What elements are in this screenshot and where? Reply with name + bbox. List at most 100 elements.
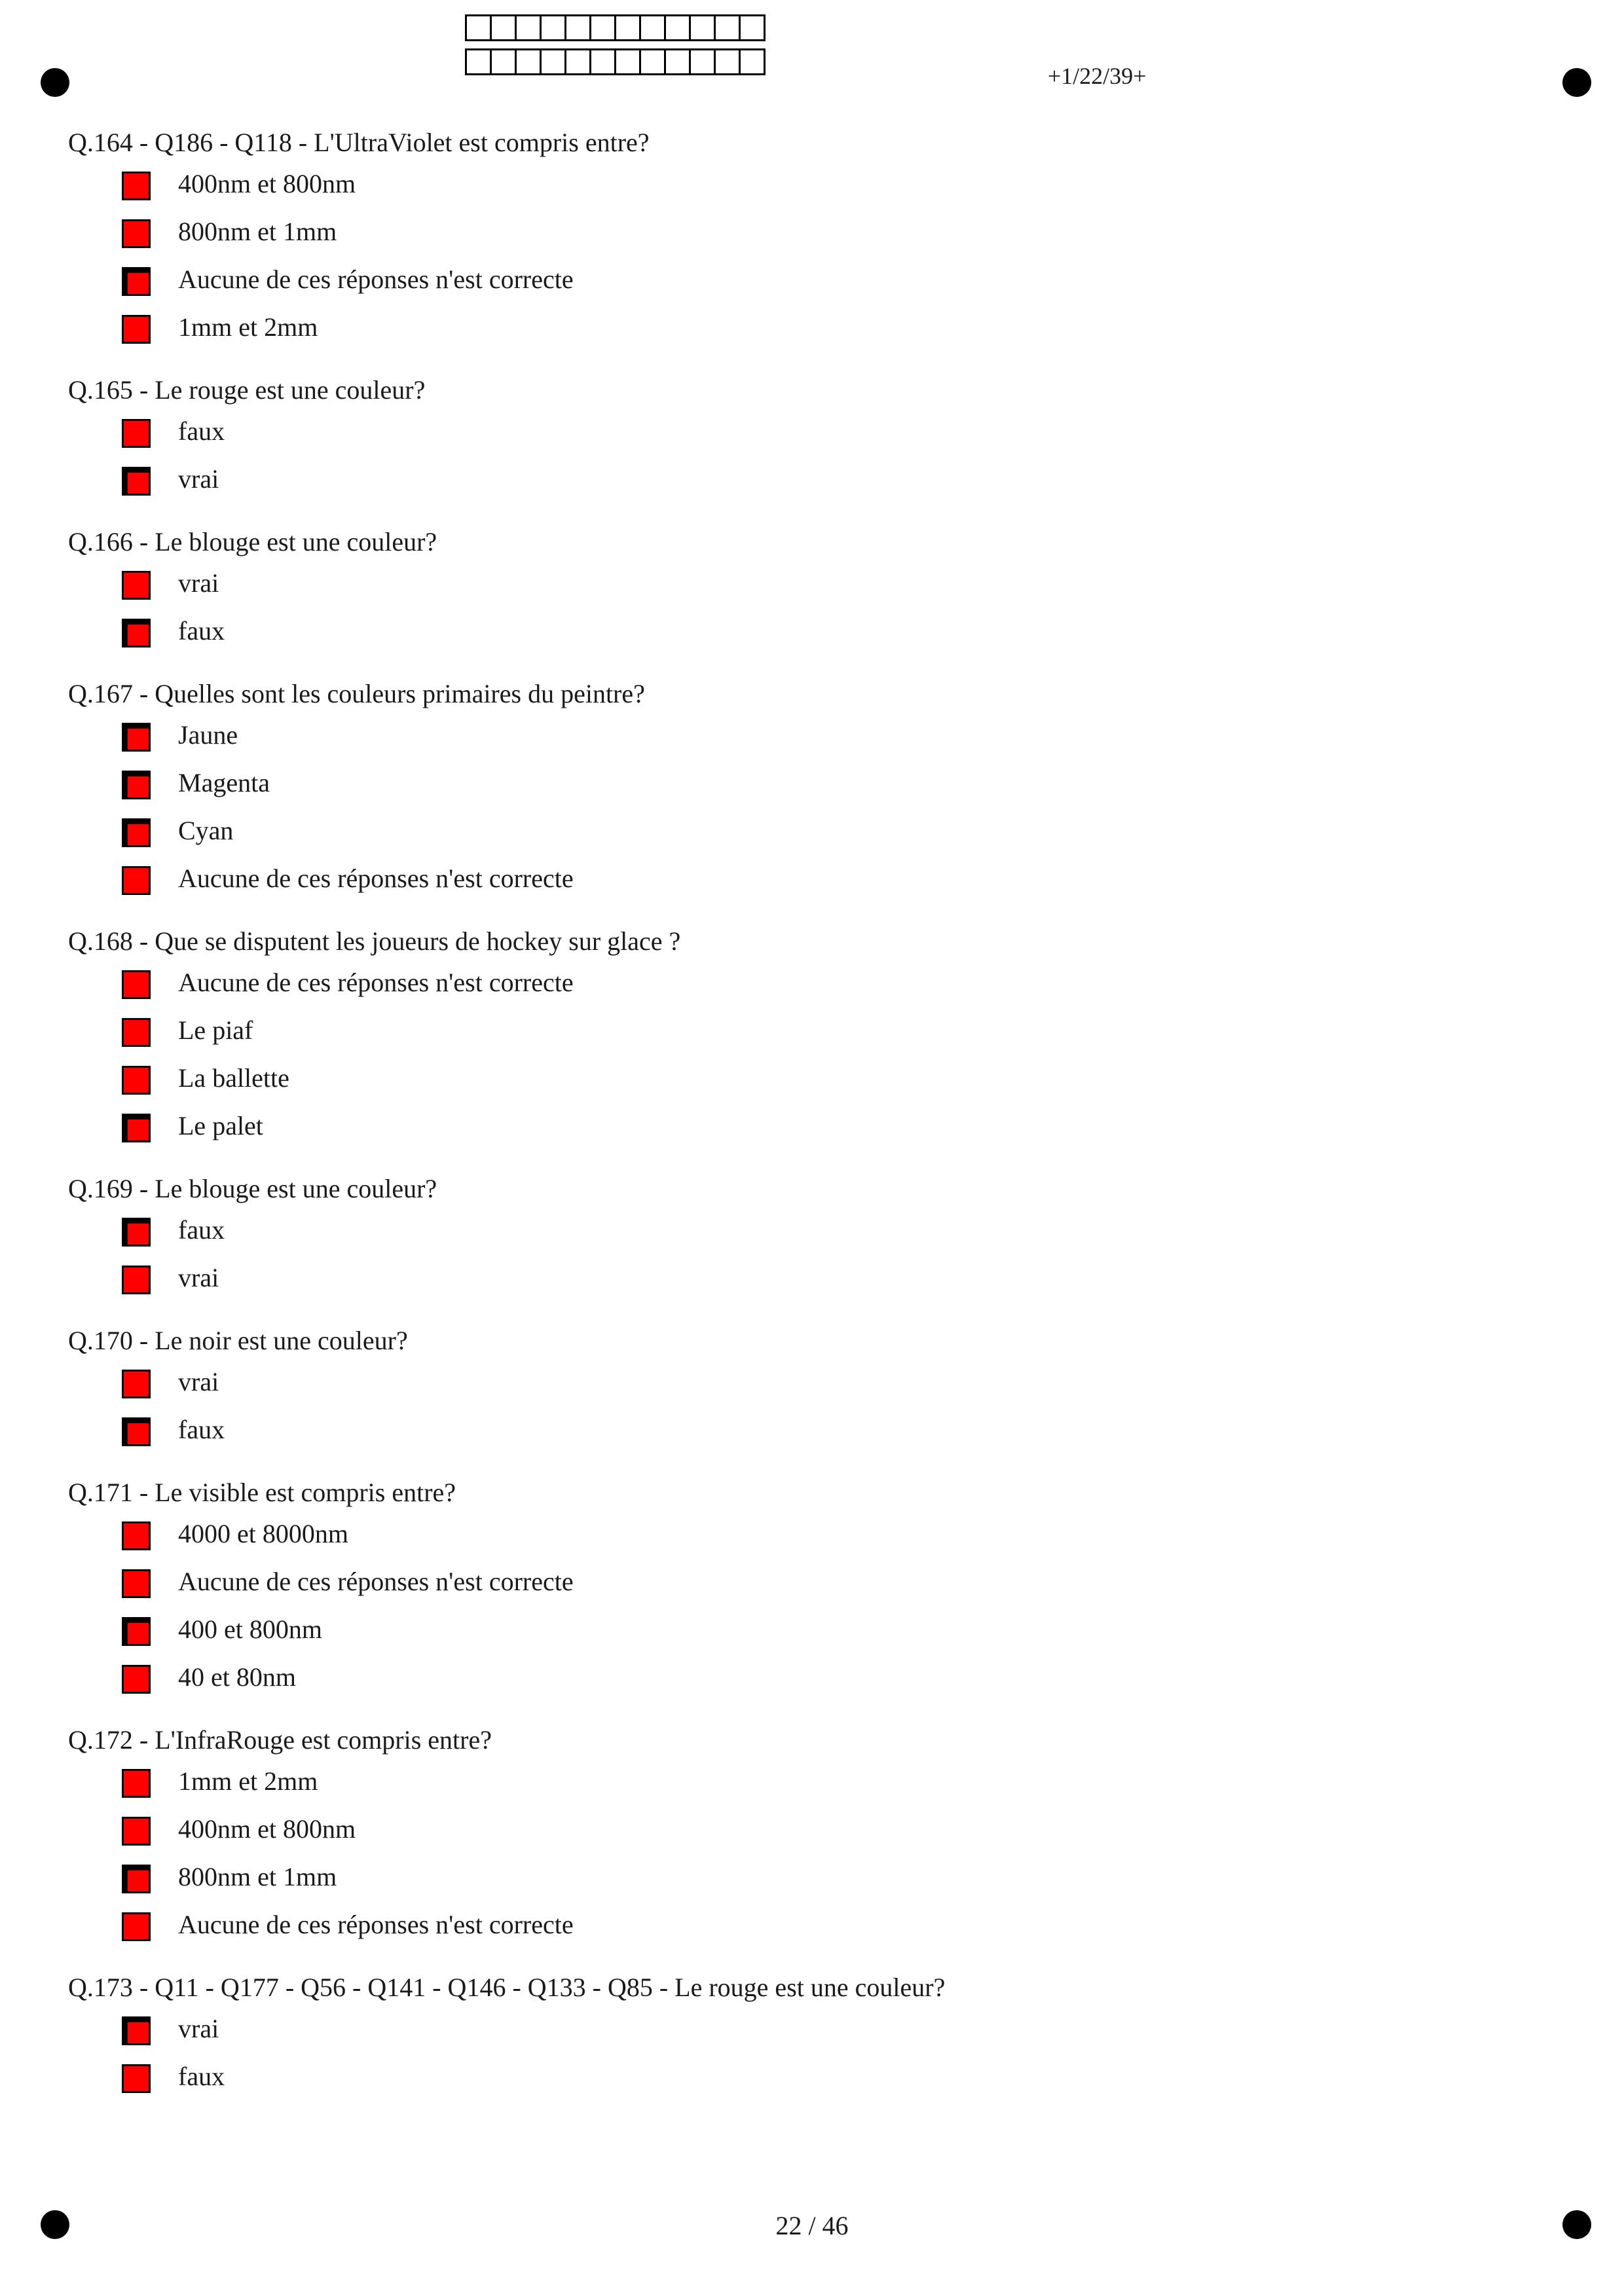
question-title: Q.169 - Le blouge est une couleur?	[68, 1172, 1548, 1206]
question-title: Q.164 - Q186 - Q118 - L'UltraViolet est …	[68, 126, 1548, 160]
question-block: Q.171 - Le visible est compris entre?400…	[68, 1476, 1548, 1701]
question-title: Q.166 - Le blouge est une couleur?	[68, 525, 1548, 559]
checkbox[interactable]	[122, 970, 151, 999]
answer-option[interactable]: vrai	[68, 1358, 1548, 1406]
answer-label: 400nm et 800nm	[178, 169, 356, 198]
checkbox[interactable]	[122, 1370, 151, 1398]
question-block: Q.165 - Le rouge est une couleur?fauxvra…	[68, 373, 1548, 503]
id-grid-cell	[591, 16, 616, 41]
checkbox[interactable]	[122, 1266, 151, 1294]
checkbox[interactable]	[122, 1665, 151, 1694]
id-grid-cell	[641, 50, 666, 75]
id-grid-cell	[492, 50, 517, 75]
answer-label: vrai	[178, 1367, 219, 1396]
checkbox[interactable]	[122, 1066, 151, 1095]
answer-option[interactable]: faux	[68, 407, 1548, 455]
checkbox-checked[interactable]	[122, 267, 151, 296]
checkbox-checked[interactable]	[122, 723, 151, 752]
answer-label: faux	[178, 416, 225, 446]
answer-label: Le palet	[178, 1111, 263, 1140]
answer-label: 800nm et 1mm	[178, 1862, 337, 1891]
answer-option[interactable]: Aucune de ces réponses n'est correcte	[68, 255, 1548, 303]
checkbox-checked[interactable]	[122, 1114, 151, 1142]
answer-label: 1mm et 2mm	[178, 312, 318, 342]
id-grid-cell	[741, 50, 766, 75]
answer-option[interactable]: faux	[68, 1406, 1548, 1453]
checkbox[interactable]	[122, 172, 151, 200]
checkbox[interactable]	[122, 1912, 151, 1941]
id-grid-cell	[467, 16, 492, 41]
checkbox-checked[interactable]	[122, 771, 151, 799]
answer-option[interactable]: Aucune de ces réponses n'est correcte	[68, 1901, 1548, 1948]
answer-option[interactable]: Aucune de ces réponses n'est correcte	[68, 1558, 1548, 1605]
answer-option[interactable]: La ballette	[68, 1054, 1548, 1102]
checkbox[interactable]	[122, 315, 151, 344]
checkbox-checked[interactable]	[122, 2016, 151, 2045]
corner-registration-mark	[41, 68, 69, 97]
answer-option[interactable]: vrai	[68, 2005, 1548, 2052]
checkbox[interactable]	[122, 419, 151, 448]
checkbox-checked[interactable]	[122, 619, 151, 647]
answer-label: 400 et 800nm	[178, 1614, 322, 1644]
checkbox-checked[interactable]	[122, 1218, 151, 1247]
answer-option[interactable]: Aucune de ces réponses n'est correcte	[68, 958, 1548, 1006]
question-block: Q.173 - Q11 - Q177 - Q56 - Q141 - Q146 -…	[68, 1971, 1548, 2100]
question-title: Q.171 - Le visible est compris entre?	[68, 1476, 1548, 1510]
answer-option[interactable]: vrai	[68, 455, 1548, 503]
checkbox[interactable]	[122, 1769, 151, 1798]
answer-option[interactable]: vrai	[68, 559, 1548, 607]
checkbox[interactable]	[122, 866, 151, 895]
checkbox-checked[interactable]	[122, 467, 151, 496]
answer-label: vrai	[178, 1263, 219, 1292]
answer-label: Magenta	[178, 768, 270, 797]
answer-option[interactable]: Cyan	[68, 807, 1548, 854]
checkbox[interactable]	[122, 2064, 151, 2093]
checkbox-checked[interactable]	[122, 1617, 151, 1646]
answer-option[interactable]: 400nm et 800nm	[68, 1805, 1548, 1853]
question-title: Q.172 - L'InfraRouge est compris entre?	[68, 1723, 1548, 1757]
checkbox[interactable]	[122, 219, 151, 248]
answer-option[interactable]: 1mm et 2mm	[68, 1757, 1548, 1805]
id-grid-cell	[716, 16, 741, 41]
question-title: Q.168 - Que se disputent les joueurs de …	[68, 924, 1548, 958]
answer-label: Aucune de ces réponses n'est correcte	[178, 1567, 574, 1596]
answer-option[interactable]: 800nm et 1mm	[68, 1853, 1548, 1901]
answer-label: Aucune de ces réponses n'est correcte	[178, 968, 574, 997]
answer-option[interactable]: vrai	[68, 1254, 1548, 1302]
checkbox[interactable]	[122, 571, 151, 600]
checkbox[interactable]	[122, 1817, 151, 1846]
answer-option[interactable]: faux	[68, 1206, 1548, 1254]
answer-option[interactable]: Aucune de ces réponses n'est correcte	[68, 854, 1548, 902]
answer-label: faux	[178, 1415, 225, 1444]
id-grid-cell	[467, 50, 492, 75]
id-grid-cell	[616, 50, 641, 75]
answer-label: Aucune de ces réponses n'est correcte	[178, 264, 574, 294]
question-list: Q.164 - Q186 - Q118 - L'UltraViolet est …	[68, 126, 1548, 2123]
answer-label: faux	[178, 1215, 225, 1245]
answer-option[interactable]: 400nm et 800nm	[68, 160, 1548, 208]
question-block: Q.164 - Q186 - Q118 - L'UltraViolet est …	[68, 126, 1548, 351]
checkbox-checked[interactable]	[122, 818, 151, 847]
question-title: Q.170 - Le noir est une couleur?	[68, 1324, 1548, 1358]
answer-option[interactable]: faux	[68, 2052, 1548, 2100]
checkbox[interactable]	[122, 1522, 151, 1550]
answer-option[interactable]: Le palet	[68, 1102, 1548, 1150]
answer-option[interactable]: Jaune	[68, 711, 1548, 759]
answer-option[interactable]: Le piaf	[68, 1006, 1548, 1054]
answer-option[interactable]: faux	[68, 607, 1548, 655]
checkbox-checked[interactable]	[122, 1865, 151, 1893]
answer-option[interactable]: 400 et 800nm	[68, 1605, 1548, 1653]
answer-option[interactable]: Magenta	[68, 759, 1548, 807]
id-grid-cell	[641, 16, 666, 41]
answer-option[interactable]: 1mm et 2mm	[68, 303, 1548, 351]
answer-option[interactable]: 4000 et 8000nm	[68, 1510, 1548, 1558]
checkbox[interactable]	[122, 1018, 151, 1047]
checkbox[interactable]	[122, 1569, 151, 1598]
id-grid-cell	[517, 50, 542, 75]
answer-label: 800nm et 1mm	[178, 217, 337, 246]
answer-option[interactable]: 40 et 80nm	[68, 1653, 1548, 1701]
student-id-grid	[465, 14, 766, 41]
answer-option[interactable]: 800nm et 1mm	[68, 208, 1548, 255]
question-block: Q.166 - Le blouge est une couleur?vraifa…	[68, 525, 1548, 655]
checkbox-checked[interactable]	[122, 1417, 151, 1446]
